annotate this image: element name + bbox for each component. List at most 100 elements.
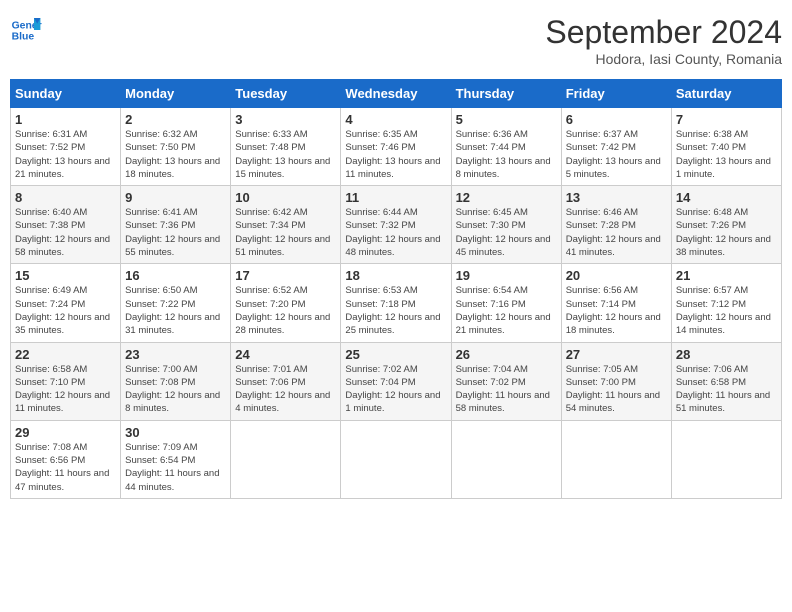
col-friday: Friday xyxy=(561,80,671,108)
day-info: Sunrise: 6:38 AM Sunset: 7:40 PM Dayligh… xyxy=(676,128,777,181)
sunset: Sunset: 7:00 PM xyxy=(566,377,636,388)
day-info: Sunrise: 7:08 AM Sunset: 6:56 PM Dayligh… xyxy=(15,441,116,494)
day-number: 8 xyxy=(15,190,116,205)
daylight: Daylight: 13 hours and 5 minutes. xyxy=(566,156,661,180)
location-subtitle: Hodora, Iasi County, Romania xyxy=(545,51,782,67)
day-info: Sunrise: 6:40 AM Sunset: 7:38 PM Dayligh… xyxy=(15,206,116,259)
day-number: 29 xyxy=(15,425,116,440)
day-cell-26: 26 Sunrise: 7:04 AM Sunset: 7:02 PM Dayl… xyxy=(451,342,561,420)
daylight: Daylight: 13 hours and 15 minutes. xyxy=(235,156,330,180)
day-info: Sunrise: 7:05 AM Sunset: 7:00 PM Dayligh… xyxy=(566,363,667,416)
sunset: Sunset: 7:28 PM xyxy=(566,220,636,231)
day-info: Sunrise: 6:46 AM Sunset: 7:28 PM Dayligh… xyxy=(566,206,667,259)
sunrise: Sunrise: 6:41 AM xyxy=(125,207,197,218)
daylight: Daylight: 12 hours and 31 minutes. xyxy=(125,312,220,336)
day-cell-29: 29 Sunrise: 7:08 AM Sunset: 6:56 PM Dayl… xyxy=(11,420,121,498)
day-info: Sunrise: 6:49 AM Sunset: 7:24 PM Dayligh… xyxy=(15,284,116,337)
day-cell-23: 23 Sunrise: 7:00 AM Sunset: 7:08 PM Dayl… xyxy=(121,342,231,420)
day-number: 28 xyxy=(676,347,777,362)
day-info: Sunrise: 7:00 AM Sunset: 7:08 PM Dayligh… xyxy=(125,363,226,416)
day-info: Sunrise: 6:32 AM Sunset: 7:50 PM Dayligh… xyxy=(125,128,226,181)
day-cell-17: 17 Sunrise: 6:52 AM Sunset: 7:20 PM Dayl… xyxy=(231,264,341,342)
daylight: Daylight: 12 hours and 45 minutes. xyxy=(456,234,551,258)
day-cell-5: 5 Sunrise: 6:36 AM Sunset: 7:44 PM Dayli… xyxy=(451,108,561,186)
day-cell-9: 9 Sunrise: 6:41 AM Sunset: 7:36 PM Dayli… xyxy=(121,186,231,264)
sunset: Sunset: 7:04 PM xyxy=(345,377,415,388)
sunrise: Sunrise: 6:33 AM xyxy=(235,129,307,140)
sunset: Sunset: 7:32 PM xyxy=(345,220,415,231)
day-cell-24: 24 Sunrise: 7:01 AM Sunset: 7:06 PM Dayl… xyxy=(231,342,341,420)
daylight: Daylight: 11 hours and 47 minutes. xyxy=(15,468,109,492)
empty-cell xyxy=(671,420,781,498)
day-info: Sunrise: 6:54 AM Sunset: 7:16 PM Dayligh… xyxy=(456,284,557,337)
logo: General Blue xyxy=(10,14,42,46)
day-cell-1: 1 Sunrise: 6:31 AM Sunset: 7:52 PM Dayli… xyxy=(11,108,121,186)
daylight: Daylight: 13 hours and 18 minutes. xyxy=(125,156,220,180)
day-cell-11: 11 Sunrise: 6:44 AM Sunset: 7:32 PM Dayl… xyxy=(341,186,451,264)
day-number: 10 xyxy=(235,190,336,205)
daylight: Daylight: 12 hours and 14 minutes. xyxy=(676,312,771,336)
empty-cell xyxy=(341,420,451,498)
day-number: 9 xyxy=(125,190,226,205)
day-info: Sunrise: 6:50 AM Sunset: 7:22 PM Dayligh… xyxy=(125,284,226,337)
sunrise: Sunrise: 6:54 AM xyxy=(456,285,528,296)
day-cell-16: 16 Sunrise: 6:50 AM Sunset: 7:22 PM Dayl… xyxy=(121,264,231,342)
col-tuesday: Tuesday xyxy=(231,80,341,108)
sunset: Sunset: 7:42 PM xyxy=(566,142,636,153)
svg-text:Blue: Blue xyxy=(12,32,35,43)
daylight: Daylight: 13 hours and 11 minutes. xyxy=(345,156,440,180)
calendar-header-row: Sunday Monday Tuesday Wednesday Thursday… xyxy=(11,80,782,108)
calendar-table: Sunday Monday Tuesday Wednesday Thursday… xyxy=(10,79,782,499)
daylight: Daylight: 12 hours and 35 minutes. xyxy=(15,312,110,336)
sunrise: Sunrise: 6:44 AM xyxy=(345,207,417,218)
calendar-week-1: 1 Sunrise: 6:31 AM Sunset: 7:52 PM Dayli… xyxy=(11,108,782,186)
sunset: Sunset: 7:02 PM xyxy=(456,377,526,388)
day-cell-3: 3 Sunrise: 6:33 AM Sunset: 7:48 PM Dayli… xyxy=(231,108,341,186)
sunrise: Sunrise: 6:53 AM xyxy=(345,285,417,296)
sunset: Sunset: 7:40 PM xyxy=(676,142,746,153)
daylight: Daylight: 11 hours and 51 minutes. xyxy=(676,390,770,414)
day-info: Sunrise: 6:37 AM Sunset: 7:42 PM Dayligh… xyxy=(566,128,667,181)
daylight: Daylight: 11 hours and 58 minutes. xyxy=(456,390,550,414)
sunrise: Sunrise: 7:06 AM xyxy=(676,364,748,375)
daylight: Daylight: 12 hours and 8 minutes. xyxy=(125,390,220,414)
day-cell-6: 6 Sunrise: 6:37 AM Sunset: 7:42 PM Dayli… xyxy=(561,108,671,186)
sunset: Sunset: 7:30 PM xyxy=(456,220,526,231)
sunrise: Sunrise: 6:31 AM xyxy=(15,129,87,140)
sunset: Sunset: 7:10 PM xyxy=(15,377,85,388)
day-info: Sunrise: 6:48 AM Sunset: 7:26 PM Dayligh… xyxy=(676,206,777,259)
day-info: Sunrise: 6:58 AM Sunset: 7:10 PM Dayligh… xyxy=(15,363,116,416)
daylight: Daylight: 11 hours and 54 minutes. xyxy=(566,390,660,414)
sunrise: Sunrise: 7:05 AM xyxy=(566,364,638,375)
day-info: Sunrise: 6:45 AM Sunset: 7:30 PM Dayligh… xyxy=(456,206,557,259)
sunset: Sunset: 7:18 PM xyxy=(345,299,415,310)
day-number: 12 xyxy=(456,190,557,205)
sunset: Sunset: 7:36 PM xyxy=(125,220,195,231)
sunrise: Sunrise: 7:02 AM xyxy=(345,364,417,375)
sunset: Sunset: 7:16 PM xyxy=(456,299,526,310)
day-info: Sunrise: 7:04 AM Sunset: 7:02 PM Dayligh… xyxy=(456,363,557,416)
day-cell-28: 28 Sunrise: 7:06 AM Sunset: 6:58 PM Dayl… xyxy=(671,342,781,420)
day-number: 7 xyxy=(676,112,777,127)
day-cell-19: 19 Sunrise: 6:54 AM Sunset: 7:16 PM Dayl… xyxy=(451,264,561,342)
day-number: 26 xyxy=(456,347,557,362)
sunrise: Sunrise: 6:58 AM xyxy=(15,364,87,375)
sunrise: Sunrise: 6:48 AM xyxy=(676,207,748,218)
daylight: Daylight: 13 hours and 21 minutes. xyxy=(15,156,110,180)
day-number: 18 xyxy=(345,268,446,283)
title-section: September 2024 Hodora, Iasi County, Roma… xyxy=(545,14,782,67)
sunset: Sunset: 6:54 PM xyxy=(125,455,195,466)
sunset: Sunset: 7:34 PM xyxy=(235,220,305,231)
daylight: Daylight: 12 hours and 1 minute. xyxy=(345,390,440,414)
day-number: 23 xyxy=(125,347,226,362)
day-cell-15: 15 Sunrise: 6:49 AM Sunset: 7:24 PM Dayl… xyxy=(11,264,121,342)
sunrise: Sunrise: 6:36 AM xyxy=(456,129,528,140)
calendar-week-3: 15 Sunrise: 6:49 AM Sunset: 7:24 PM Dayl… xyxy=(11,264,782,342)
sunset: Sunset: 7:06 PM xyxy=(235,377,305,388)
day-number: 3 xyxy=(235,112,336,127)
daylight: Daylight: 12 hours and 28 minutes. xyxy=(235,312,330,336)
calendar-week-2: 8 Sunrise: 6:40 AM Sunset: 7:38 PM Dayli… xyxy=(11,186,782,264)
sunrise: Sunrise: 6:32 AM xyxy=(125,129,197,140)
sunrise: Sunrise: 6:38 AM xyxy=(676,129,748,140)
page-header: General Blue September 2024 Hodora, Iasi… xyxy=(10,10,782,71)
